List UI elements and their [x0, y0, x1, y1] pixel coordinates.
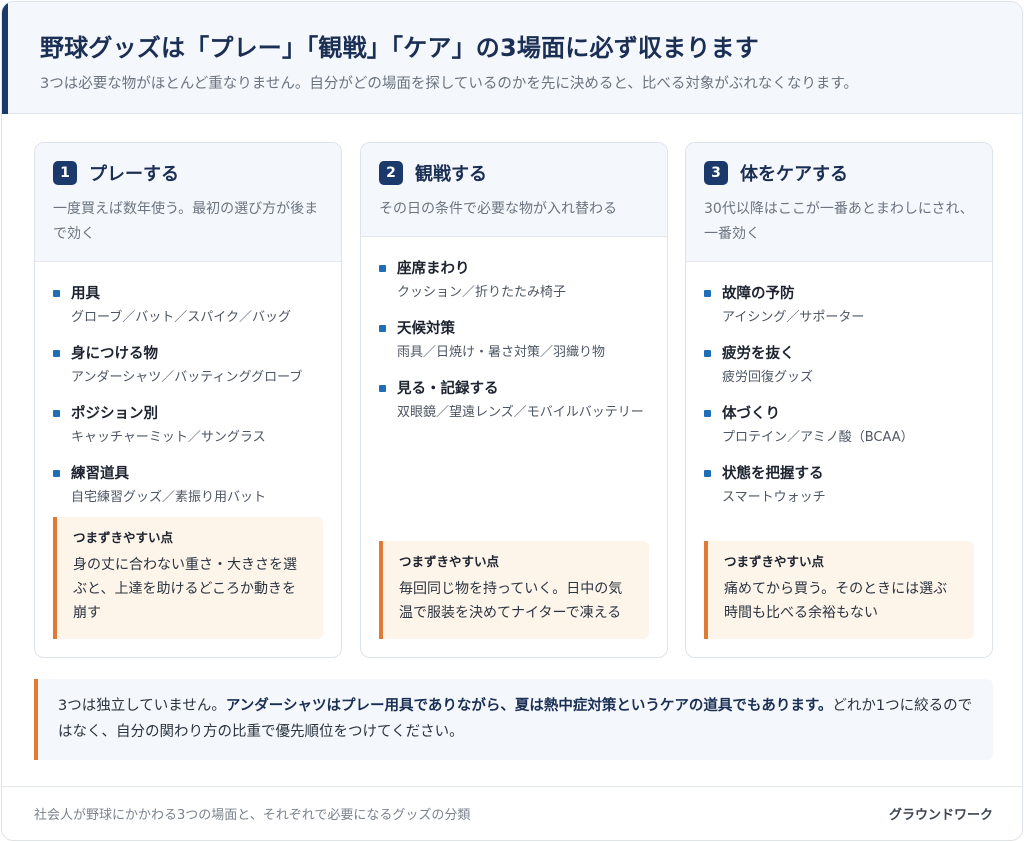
list-item: 座席まわり クッション／折りたたみ椅子 — [379, 259, 649, 303]
bullet-icon — [704, 410, 711, 417]
item-detail: アイシング／サポーター — [722, 310, 865, 325]
list-item: ポジション別 キャッチャーミット／サングラス — [53, 404, 323, 448]
note-lead: 3つは独立していません。 — [58, 698, 226, 714]
infographic-card: 野球グッズは「プレー」「観戦」「ケア」の3場面に必ず収まります 3つは必要な物が… — [1, 1, 1023, 841]
header-accent-bar — [2, 2, 8, 114]
footer-brand: グラウンドワーク — [888, 808, 993, 823]
item-name: 状態を把握する — [722, 466, 824, 482]
scene-card-header: 1 プレーする 一度買えば数年使う。最初の選び方が後まで効く — [35, 143, 341, 262]
item-detail: 双眼鏡／望遠レンズ／モバイルバッテリー — [397, 405, 644, 420]
scene-card-care: 3 体をケアする 30代以降はここが一番あとまわしにされ、一番効く 故障の予防 … — [685, 142, 993, 658]
item-detail: 雨具／日焼け・暑さ対策／羽織り物 — [397, 345, 606, 360]
footer-caption: 社会人が野球にかかわる3つの場面と、それぞれで必要になるグッズの分類 — [34, 808, 471, 823]
bullet-icon — [379, 385, 386, 392]
list-item: 練習道具 自宅練習グッズ／素振り用バット — [53, 464, 323, 508]
list-item: 疲労を抜く 疲労回復グッズ — [704, 344, 974, 388]
pitfall-callout: つまずきやすい点 痛めてから買う。そのときには選ぶ時間も比べる余裕もない — [704, 541, 974, 639]
item-detail: スマートウォッチ — [722, 490, 826, 505]
list-item: 用具 グローブ／バット／スパイク／バッグ — [53, 284, 323, 328]
item-detail: 自宅練習グッズ／素振り用バット — [71, 490, 267, 505]
item-detail: 疲労回復グッズ — [722, 370, 814, 385]
scene-title: 体をケアする — [740, 164, 848, 185]
pitfall-label: つまずきやすい点 — [399, 554, 500, 569]
bullet-icon — [704, 350, 711, 357]
list-item: 状態を把握する スマートウォッチ — [704, 464, 974, 508]
scene-card-header: 2 観戦する その日の条件で必要な物が入れ替わる — [361, 143, 667, 237]
scene-title: 観戦する — [415, 164, 487, 185]
page-subtitle: 3つは必要な物がほとんど重なりません。自分がどの場面を探しているのかを先に決める… — [40, 76, 858, 92]
item-name: 体づくり — [722, 406, 780, 422]
scene-card-header: 3 体をケアする 30代以降はここが一番あとまわしにされ、一番効く — [686, 143, 992, 262]
pitfall-text: 身の丈に合わない重さ・大きさを選ぶと、上達を助けるどころか動きを崩す — [73, 557, 297, 621]
bullet-icon — [53, 350, 60, 357]
footer: 社会人が野球にかかわる3つの場面と、それぞれで必要になるグッズの分類 グラウンド… — [2, 786, 1022, 840]
item-list: 座席まわり クッション／折りたたみ椅子 天候対策 雨具／日焼け・暑さ対策／羽織り… — [361, 237, 667, 423]
item-name: 故障の予防 — [722, 286, 795, 302]
list-item: 故障の予防 アイシング／サポーター — [704, 284, 974, 328]
bullet-icon — [53, 470, 60, 477]
bullet-icon — [53, 410, 60, 417]
page-title: 野球グッズは「プレー」「観戦」「ケア」の3場面に必ず収まります — [40, 34, 759, 62]
list-item: 身につける物 アンダーシャツ／バッティンググローブ — [53, 344, 323, 388]
scene-number-badge: 1 — [53, 161, 77, 185]
pitfall-callout: つまずきやすい点 毎回同じ物を持っていく。日中の気温で服装を決めてナイターで凍え… — [379, 541, 649, 639]
bullet-icon — [53, 290, 60, 297]
bullet-icon — [704, 470, 711, 477]
item-detail: グローブ／バット／スパイク／バッグ — [71, 310, 291, 325]
item-detail: プロテイン／アミノ酸（BCAA） — [722, 430, 914, 445]
item-detail: アンダーシャツ／バッティンググローブ — [71, 370, 303, 385]
scene-card-watch: 2 観戦する その日の条件で必要な物が入れ替わる 座席まわり クッション／折りた… — [360, 142, 668, 658]
pitfall-callout: つまずきやすい点 身の丈に合わない重さ・大きさを選ぶと、上達を助けるどころか動き… — [53, 517, 323, 639]
scene-description: 一度買えば数年使う。最初の選び方が後まで効く — [53, 201, 319, 242]
header: 野球グッズは「プレー」「観戦」「ケア」の3場面に必ず収まります 3つは必要な物が… — [2, 2, 1022, 114]
scene-title: プレーする — [89, 164, 179, 185]
scene-number-badge: 3 — [704, 161, 728, 185]
item-detail: クッション／折りたたみ椅子 — [397, 285, 567, 300]
item-detail: キャッチャーミット／サングラス — [71, 430, 266, 445]
item-name: 用具 — [71, 286, 100, 302]
item-name: 座席まわり — [397, 261, 470, 277]
summary-note: 3つは独立していません。アンダーシャツはプレー用具でありながら、夏は熱中症対策と… — [34, 679, 993, 760]
item-name: 疲労を抜く — [722, 346, 795, 362]
list-item: 体づくり プロテイン／アミノ酸（BCAA） — [704, 404, 974, 448]
pitfall-text: 毎回同じ物を持っていく。日中の気温で服装を決めてナイターで凍える — [399, 581, 623, 621]
bullet-icon — [704, 290, 711, 297]
item-name: 見る・記録する — [397, 381, 499, 397]
item-name: 練習道具 — [71, 466, 129, 482]
pitfall-label: つまずきやすい点 — [724, 554, 825, 569]
list-item: 見る・記録する 双眼鏡／望遠レンズ／モバイルバッテリー — [379, 379, 649, 423]
scene-description: その日の条件で必要な物が入れ替わる — [379, 201, 617, 217]
pitfall-label: つまずきやすい点 — [73, 530, 174, 545]
item-name: 天候対策 — [397, 321, 455, 337]
note-emphasis: アンダーシャツはプレー用具でありながら、夏は熱中症対策というケアの道具でもありま… — [225, 698, 833, 714]
list-item: 天候対策 雨具／日焼け・暑さ対策／羽織り物 — [379, 319, 649, 363]
scene-description: 30代以降はここが一番あとまわしにされ、一番効く — [704, 201, 974, 242]
scene-card-play: 1 プレーする 一度買えば数年使う。最初の選び方が後まで効く 用具 グローブ／バ… — [34, 142, 342, 658]
pitfall-text: 痛めてから買う。そのときには選ぶ時間も比べる余裕もない — [724, 581, 948, 621]
item-name: ポジション別 — [71, 406, 158, 422]
item-list: 故障の予防 アイシング／サポーター 疲労を抜く 疲労回復グッズ 体づくり プロテ… — [686, 262, 992, 508]
item-list: 用具 グローブ／バット／スパイク／バッグ 身につける物 アンダーシャツ／バッティ… — [35, 262, 341, 508]
bullet-icon — [379, 265, 386, 272]
item-name: 身につける物 — [71, 346, 158, 362]
bullet-icon — [379, 325, 386, 332]
scene-number-badge: 2 — [379, 161, 403, 185]
